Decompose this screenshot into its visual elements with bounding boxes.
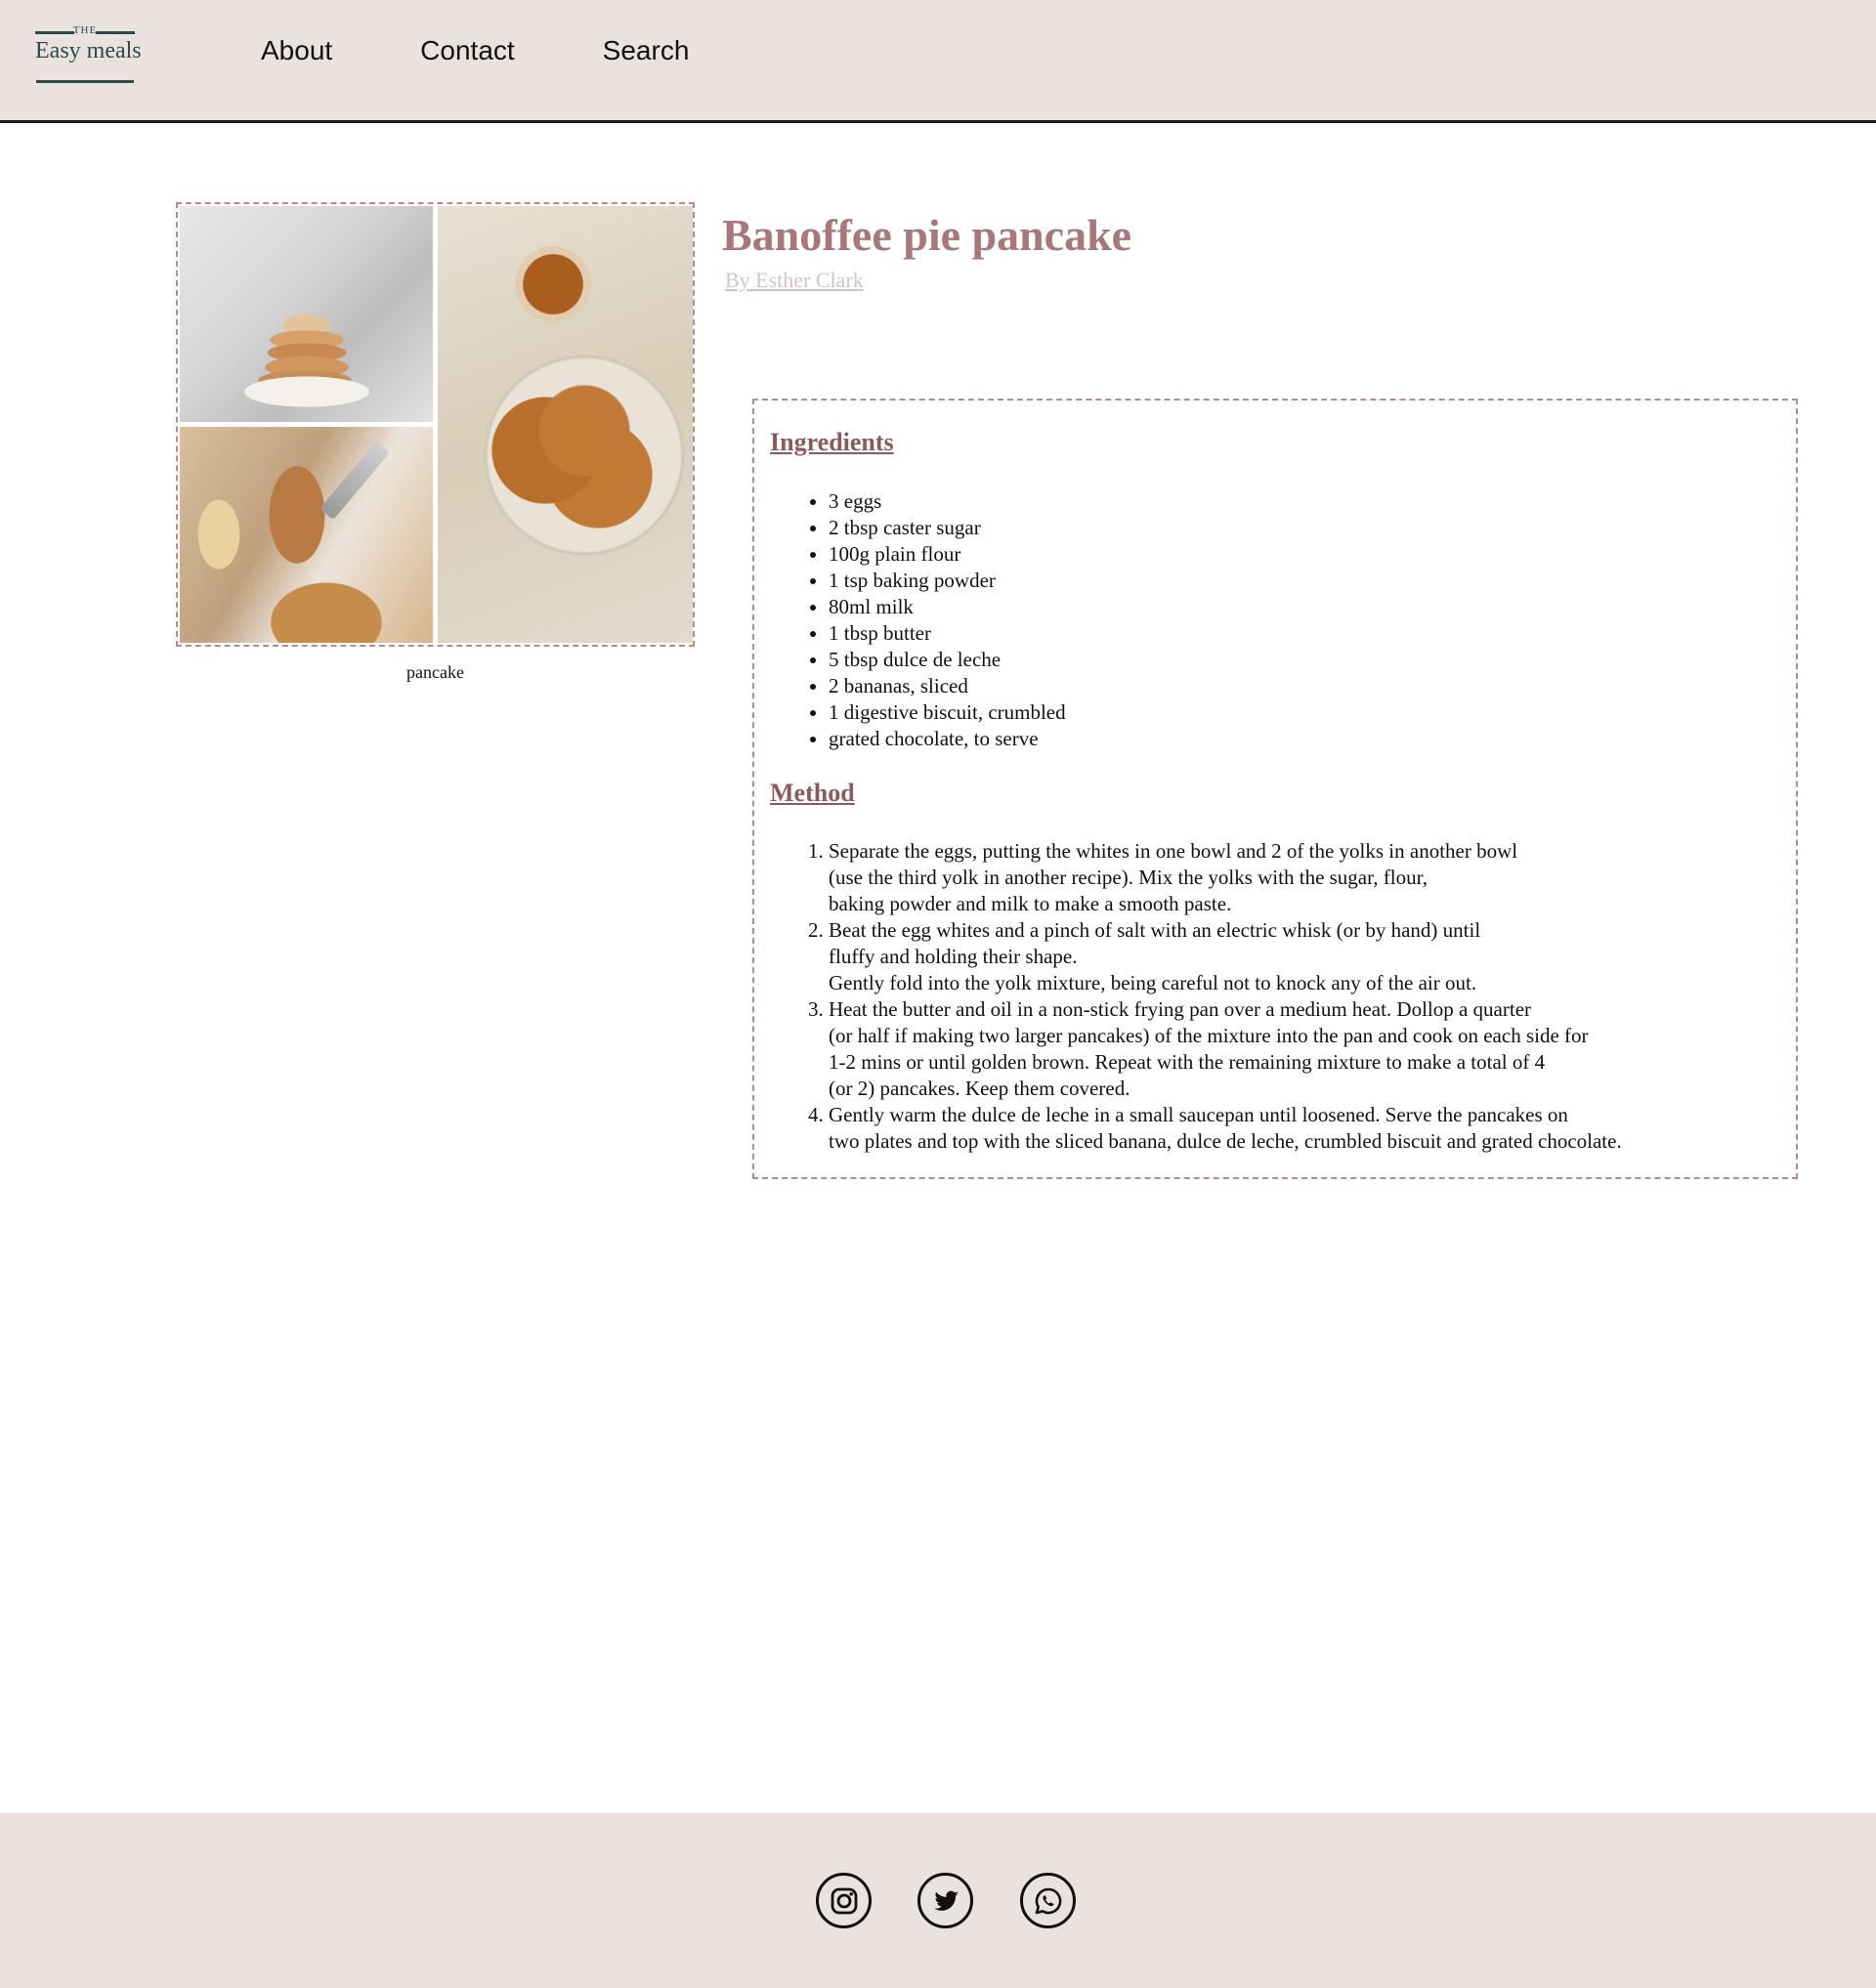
ingredient-item: 2 tbsp caster sugar (829, 515, 1066, 541)
ingredient-item: 2 bananas, sliced (829, 673, 1066, 699)
ingredient-item: 3 eggs (829, 488, 1066, 515)
ingredients-heading: Ingredients (770, 428, 894, 456)
method-step: Gently warm the dulce de leche in a smal… (829, 1102, 1622, 1155)
main-nav: About Contact Search (261, 35, 689, 66)
method-step: Beat the egg whites and a pinch of salt … (829, 917, 1622, 996)
fork-shape (320, 441, 390, 521)
logo-the-text: THE (72, 24, 98, 36)
ingredient-item: grated chocolate, to serve (829, 726, 1066, 752)
method-step-line: Gently fold into the yolk mixture, being… (829, 971, 1477, 994)
nav-link-contact[interactable]: Contact (420, 35, 515, 66)
site-logo[interactable]: THE Easy meals (35, 24, 142, 83)
method-step-line: (or 2) pancakes. Keep them covered. (829, 1077, 1130, 1100)
nav-link-about[interactable]: About (261, 35, 332, 66)
method-step-line: (or half if making two larger pancakes) … (829, 1024, 1589, 1047)
image-caption: pancake (406, 662, 464, 682)
method-list: Separate the eggs, putting the whites in… (829, 838, 1622, 1155)
method-step: Separate the eggs, putting the whites in… (829, 838, 1622, 917)
recipe-card: Ingredients 3 eggs 2 tbsp caster sugar 1… (752, 399, 1798, 1179)
logo-rule-bottom (36, 80, 134, 83)
logo-name-text: Easy meals (35, 38, 142, 63)
whatsapp-icon[interactable] (1020, 1873, 1076, 1928)
method-step-line: fluffy and holding their shape. (829, 945, 1078, 968)
method-step-line: Heat the butter and oil in a non-stick f… (829, 997, 1532, 1021)
method-step-line: Separate the eggs, putting the whites in… (829, 839, 1518, 863)
twitter-icon[interactable] (917, 1873, 973, 1928)
method-heading: Method (770, 779, 855, 807)
recipe-title: Banoffee pie pancake (722, 210, 1132, 260)
method-step-line: 1-2 mins or until golden brown. Repeat w… (829, 1050, 1546, 1074)
method-step-line: baking powder and milk to make a smooth … (829, 892, 1232, 915)
site-footer (0, 1813, 1876, 1988)
method-step: Heat the butter and oil in a non-stick f… (829, 996, 1622, 1102)
ingredient-item: 5 tbsp dulce de leche (829, 647, 1066, 673)
ingredient-item: 80ml milk (829, 594, 1066, 620)
ingredient-item: 1 tsp baking powder (829, 568, 1066, 594)
site-header: THE Easy meals About Contact Search (0, 0, 1876, 123)
method-step-line: (use the third yolk in another recipe). … (829, 866, 1428, 889)
method-step-line: Gently warm the dulce de leche in a smal… (829, 1103, 1568, 1126)
nav-link-search[interactable]: Search (603, 35, 690, 66)
instagram-icon[interactable] (816, 1873, 872, 1928)
ingredient-item: 1 tbsp butter (829, 620, 1066, 647)
ingredient-item: 1 digestive biscuit, crumbled (829, 699, 1066, 726)
pancake-fork-photo (180, 427, 433, 643)
method-step-line: Beat the egg whites and a pinch of salt … (829, 918, 1481, 942)
ingredient-item: 100g plain flour (829, 541, 1066, 568)
pancake-plate-photo (438, 206, 693, 643)
recipe-image-collage (176, 202, 695, 647)
logo-rule-right (96, 31, 135, 34)
pancake-stack-photo (180, 206, 433, 422)
recipe-author-link[interactable]: By Esther Clark (725, 268, 864, 293)
ingredients-list: 3 eggs 2 tbsp caster sugar 100g plain fl… (829, 488, 1066, 752)
method-step-line: two plates and top with the sliced banan… (829, 1129, 1622, 1153)
